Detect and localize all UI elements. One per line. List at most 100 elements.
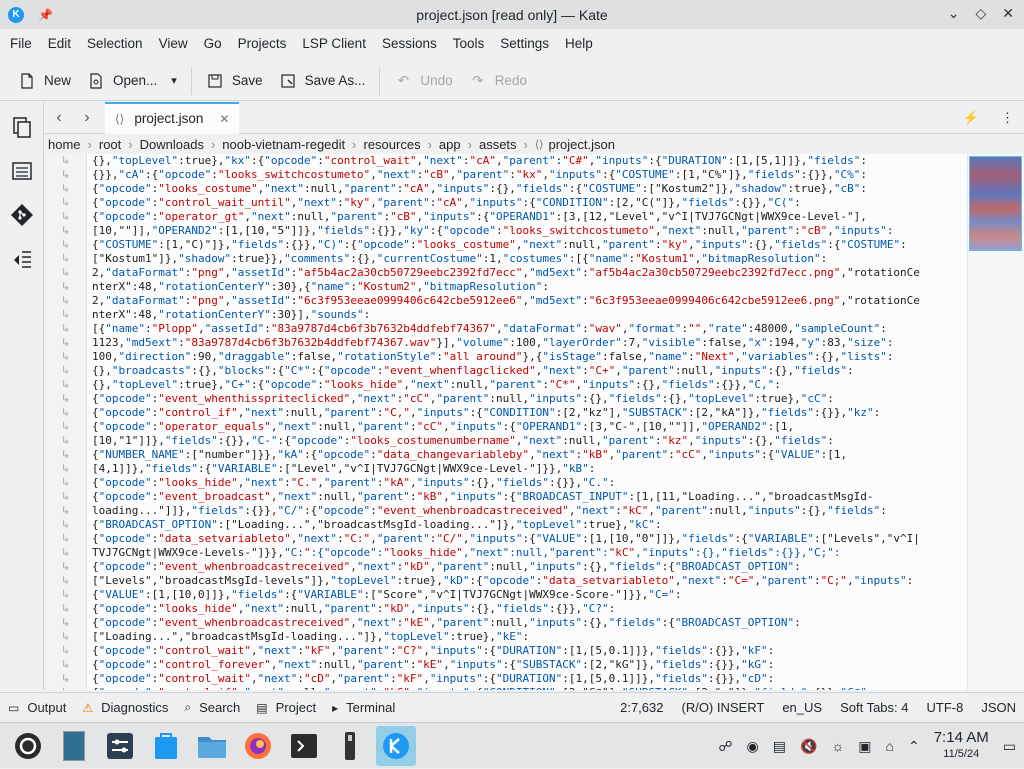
open-button[interactable]: Open... ▾ — [79, 65, 185, 97]
breadcrumb-item[interactable]: app — [439, 137, 461, 152]
storage-icon[interactable]: ▣ — [858, 738, 871, 755]
show-desktop-icon[interactable]: ▭ — [1003, 738, 1016, 755]
open-dropdown-chevron-icon[interactable]: ▾ — [171, 74, 177, 87]
syntax-mode[interactable]: JSON — [981, 700, 1016, 715]
wrap-marker-icon: ↳ — [60, 281, 71, 293]
search-panel-button[interactable]: ⌕ Search — [176, 700, 248, 715]
menu-edit[interactable]: Edit — [40, 36, 79, 51]
encoding[interactable]: UTF-8 — [926, 700, 963, 715]
menu-lsp-client[interactable]: LSP Client — [294, 36, 374, 51]
system-settings-task[interactable] — [100, 726, 140, 766]
code-line: {"opcode":"control_forever","next":null,… — [92, 658, 775, 671]
code-editor[interactable]: ↳↳↳↳↳↳↳↳↳↳↳↳↳↳↳↳↳↳↳↳↳↳↳↳↳↳↳↳↳↳↳↳↳↳↳↳↳↳↳ … — [45, 154, 1024, 690]
menu-go[interactable]: Go — [196, 36, 230, 51]
cursor-position[interactable]: 2:7,632 — [620, 700, 663, 715]
firefox-task[interactable] — [238, 726, 278, 766]
split-view-icon[interactable]: ⚡ — [963, 110, 979, 126]
discover-task[interactable] — [146, 726, 186, 766]
code-content[interactable]: {},"topLevel":true},"kx":{"opcode":"cont… — [92, 154, 962, 690]
menu-view[interactable]: View — [151, 36, 196, 51]
network-icon[interactable]: ⌂ — [886, 738, 894, 754]
brightness-icon[interactable]: ☼ — [831, 738, 844, 754]
new-button[interactable]: New — [10, 65, 79, 97]
breadcrumb-item[interactable]: assets — [479, 137, 517, 152]
clock[interactable]: 7:14 AM 11/5/24 — [934, 730, 989, 762]
menu-tools[interactable]: Tools — [445, 36, 493, 51]
breadcrumb-separator-icon: › — [128, 136, 133, 152]
application-launcher-button[interactable] — [8, 726, 48, 766]
wrap-marker-icon: ↳ — [60, 631, 71, 643]
project-panel-button[interactable]: ▤ Project — [248, 700, 324, 715]
back-arrow-icon[interactable]: ‹ — [45, 109, 73, 127]
code-line: {"opcode":"event_broadcast","next":null,… — [92, 490, 874, 503]
forward-arrow-icon[interactable]: › — [73, 109, 101, 127]
desktop-pager-icon — [63, 730, 85, 761]
code-line: 100,"direction":90,"draggable":false,"ro… — [92, 350, 894, 363]
lsp-panel-button[interactable] — [0, 237, 44, 281]
menu-selection[interactable]: Selection — [79, 36, 151, 51]
volume-muted-icon[interactable]: 🔇 — [800, 738, 817, 755]
maximize-button[interactable]: ◇ — [975, 5, 986, 22]
breadcrumb-item[interactable]: root — [99, 137, 121, 152]
dictionary-language[interactable]: en_US — [782, 700, 822, 715]
breadcrumb-separator-icon: › — [467, 136, 472, 152]
kate-task[interactable] — [376, 725, 416, 766]
kate-icon — [383, 732, 409, 759]
diagnostics-panel-button[interactable]: ⚠ Diagnostics — [74, 700, 176, 715]
lsp-icon — [14, 251, 31, 268]
save-icon — [206, 72, 224, 90]
breadcrumb-item[interactable]: home — [48, 137, 81, 152]
usb-device-task[interactable] — [330, 726, 370, 766]
kde-connect-icon[interactable]: ☍ — [718, 738, 732, 755]
wrap-marker-icon: ↳ — [45, 686, 86, 690]
wrap-marker-icon: ↳ — [60, 505, 71, 517]
menu-projects[interactable]: Projects — [230, 36, 295, 51]
clipboard-icon[interactable]: ▤ — [773, 738, 786, 755]
breadcrumb-item[interactable]: Downloads — [140, 137, 204, 152]
minimize-button[interactable]: ⌄ — [948, 5, 960, 22]
kate-app-icon[interactable]: K — [8, 6, 24, 23]
code-line: {"opcode":"looks_hide","next":"C.","pare… — [92, 476, 616, 489]
code-line: {"opcode":"control_if","next":null,"pare… — [92, 406, 881, 419]
save-as-button[interactable]: Save As... — [271, 65, 374, 97]
menu-file[interactable]: File — [2, 36, 40, 51]
file-manager-task[interactable] — [192, 726, 232, 766]
menu-sessions[interactable]: Sessions — [374, 36, 445, 51]
pager-button[interactable] — [54, 726, 94, 766]
input-mode[interactable]: (R/O) INSERT — [681, 700, 764, 715]
pin-icon[interactable]: 📌 — [38, 8, 53, 22]
more-options-icon[interactable]: ⋮ — [1001, 110, 1014, 126]
eye-icon[interactable]: ◉ — [747, 738, 759, 755]
wrap-marker-icon: ↳ — [60, 365, 71, 377]
minimap-viewport[interactable] — [969, 156, 1022, 251]
terminal-task[interactable] — [284, 726, 324, 766]
terminal-panel-button[interactable]: ▸ Terminal — [324, 700, 403, 715]
code-line: {"NUMBER_NAME":["number"]}},"kA":{"opcod… — [92, 448, 848, 461]
breadcrumb-item[interactable]: noob-vietnam-regedit — [222, 137, 345, 152]
wrap-marker-icon: ↳ — [60, 617, 71, 629]
code-line: {"opcode":"control_wait_until","next":"k… — [92, 196, 801, 209]
indentation-setting[interactable]: Soft Tabs: 4 — [840, 700, 908, 715]
tab-project-json[interactable]: ⟨⟩ project.json ✕ — [105, 101, 240, 134]
redo-button[interactable]: ↷ Redo — [461, 65, 535, 97]
save-button[interactable]: Save — [198, 65, 271, 97]
expand-tray-icon[interactable]: ⌃ — [908, 738, 920, 755]
terminal-icon: ▸ — [332, 700, 339, 715]
wrap-marker-icon: ↳ — [60, 169, 71, 181]
close-tab-icon[interactable]: ✕ — [219, 112, 229, 126]
breadcrumb-item[interactable]: resources — [364, 137, 421, 152]
json-file-icon: ⟨⟩ — [115, 111, 125, 126]
wrap-marker-icon: ↳ — [60, 183, 71, 195]
menu-help[interactable]: Help — [557, 36, 601, 51]
undo-button[interactable]: ↶ Undo — [386, 65, 460, 97]
documents-panel-button[interactable] — [0, 105, 44, 149]
menu-settings[interactable]: Settings — [492, 36, 557, 51]
symbols-panel-button[interactable] — [0, 149, 44, 193]
close-window-button[interactable]: ✕ — [1002, 5, 1014, 22]
breadcrumb-item[interactable]: project.json — [548, 137, 614, 152]
output-panel-button[interactable]: ▭ Output — [0, 700, 74, 715]
wrap-marker-icon: ↳ — [60, 519, 71, 531]
wrap-marker-icon: ↳ — [60, 491, 71, 503]
git-panel-button[interactable] — [0, 193, 44, 237]
breadcrumb-separator-icon: › — [523, 136, 528, 152]
